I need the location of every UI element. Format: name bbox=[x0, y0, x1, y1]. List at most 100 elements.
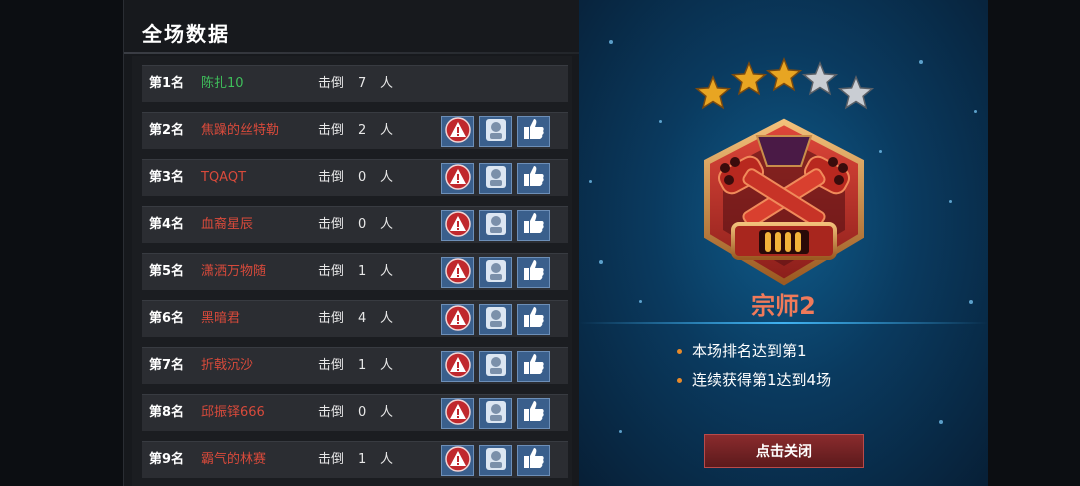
kill-unit: 人 bbox=[380, 358, 394, 373]
profile-icon bbox=[484, 164, 508, 190]
profile-button[interactable] bbox=[479, 445, 512, 476]
like-button[interactable] bbox=[517, 445, 550, 476]
background-strip bbox=[988, 0, 1080, 486]
profile-icon bbox=[484, 117, 508, 143]
kill-unit: 人 bbox=[380, 264, 394, 279]
kill-unit: 人 bbox=[380, 217, 394, 232]
kill-count: 1 bbox=[358, 264, 367, 279]
warning-icon bbox=[444, 258, 471, 284]
rank-label: 第3名 bbox=[149, 170, 185, 185]
sparkle-decoration bbox=[879, 150, 882, 153]
report-button[interactable] bbox=[441, 304, 474, 335]
thumbs-up-icon bbox=[522, 117, 546, 141]
panel-title: 全场数据 bbox=[142, 22, 230, 46]
kill-unit: 人 bbox=[380, 311, 394, 326]
profile-icon bbox=[484, 352, 508, 378]
kill-label: 击倒 bbox=[318, 170, 345, 185]
rank-label: 第1名 bbox=[149, 76, 185, 91]
profile-button[interactable] bbox=[479, 210, 512, 241]
achievement-text: 本场排名达到第1 bbox=[692, 342, 807, 360]
rank-row: 第3名 TQAQT 击倒 0 人 bbox=[142, 159, 568, 196]
star-empty-icon bbox=[801, 60, 839, 96]
thumbs-up-icon bbox=[522, 211, 546, 235]
kill-count: 4 bbox=[358, 311, 367, 326]
kill-label: 击倒 bbox=[318, 452, 345, 467]
sparkle-decoration bbox=[949, 200, 952, 203]
like-button[interactable] bbox=[517, 116, 550, 147]
bullet-icon bbox=[677, 349, 682, 354]
sparkle-decoration bbox=[939, 420, 943, 424]
like-button[interactable] bbox=[517, 210, 550, 241]
kill-count: 0 bbox=[358, 405, 367, 420]
star-filled-icon bbox=[765, 56, 803, 92]
rank-row: 第6名 黑暗君 击倒 4 人 bbox=[142, 300, 568, 337]
kill-label: 击倒 bbox=[318, 311, 345, 326]
like-button[interactable] bbox=[517, 257, 550, 288]
achievement-text: 连续获得第1达到4场 bbox=[692, 371, 832, 389]
kill-unit: 人 bbox=[380, 170, 394, 185]
star-empty-icon bbox=[837, 74, 875, 110]
report-button[interactable] bbox=[441, 398, 474, 429]
profile-button[interactable] bbox=[479, 163, 512, 194]
report-button[interactable] bbox=[441, 351, 474, 382]
rank-result-panel: 宗师2 本场排名达到第1 连续获得第1达到4场 点击关闭 bbox=[579, 0, 988, 486]
warning-icon bbox=[444, 399, 471, 425]
star-filled-icon bbox=[730, 60, 768, 96]
rank-title: 宗师2 bbox=[751, 292, 816, 320]
rank-row: 第4名 血裔星辰 击倒 0 人 bbox=[142, 206, 568, 243]
like-button[interactable] bbox=[517, 163, 550, 194]
player-name: 血裔星辰 bbox=[201, 217, 254, 232]
kill-count: 7 bbox=[358, 76, 367, 91]
rank-row: 第2名 焦躁的丝特勒 击倒 2 人 bbox=[142, 112, 568, 149]
profile-button[interactable] bbox=[479, 116, 512, 147]
warning-icon bbox=[444, 117, 471, 143]
sparkle-decoration bbox=[619, 430, 622, 433]
warning-icon bbox=[444, 352, 471, 378]
kill-label: 击倒 bbox=[318, 264, 345, 279]
profile-button[interactable] bbox=[479, 398, 512, 429]
warning-icon bbox=[444, 164, 471, 190]
report-button[interactable] bbox=[441, 445, 474, 476]
title-divider bbox=[124, 52, 580, 54]
kill-count: 0 bbox=[358, 170, 367, 185]
report-button[interactable] bbox=[441, 163, 474, 194]
kill-label: 击倒 bbox=[318, 358, 345, 373]
report-button[interactable] bbox=[441, 116, 474, 147]
rank-label: 第4名 bbox=[149, 217, 185, 232]
rank-row: 第9名 霸气的林赛 击倒 1 人 bbox=[142, 441, 568, 478]
profile-icon bbox=[484, 305, 508, 331]
profile-icon bbox=[484, 446, 508, 472]
thumbs-up-icon bbox=[522, 164, 546, 188]
profile-button[interactable] bbox=[479, 304, 512, 335]
like-button[interactable] bbox=[517, 304, 550, 335]
report-button[interactable] bbox=[441, 210, 474, 241]
rank-label: 第7名 bbox=[149, 358, 185, 373]
thumbs-up-icon bbox=[522, 399, 546, 423]
kill-unit: 人 bbox=[380, 123, 394, 138]
player-name: 邱振铎666 bbox=[201, 405, 265, 420]
player-name: 折戟沉沙 bbox=[201, 358, 254, 373]
like-button[interactable] bbox=[517, 351, 550, 382]
close-button[interactable]: 点击关闭 bbox=[704, 434, 864, 468]
rank-row: 第5名 潇洒万物随 击倒 1 人 bbox=[142, 253, 568, 290]
profile-button[interactable] bbox=[479, 351, 512, 382]
achievement-item: 本场排名达到第1 bbox=[677, 340, 807, 361]
kill-label: 击倒 bbox=[318, 76, 345, 91]
kill-label: 击倒 bbox=[318, 405, 345, 420]
profile-button[interactable] bbox=[479, 257, 512, 288]
sparkle-decoration bbox=[659, 120, 662, 123]
player-name: 黑暗君 bbox=[201, 311, 241, 326]
kill-count: 0 bbox=[358, 217, 367, 232]
ranking-list: 第1名 陈扎10 击倒 7 人第2名 焦躁的丝特勒 击倒 2 人第3名 TQAQT 击倒 0 人第4名血… bbox=[132, 56, 572, 486]
like-button[interactable] bbox=[517, 398, 550, 429]
player-name: 霸气的林赛 bbox=[201, 452, 267, 467]
rank-label: 第9名 bbox=[149, 452, 185, 467]
report-button[interactable] bbox=[441, 257, 474, 288]
warning-icon bbox=[444, 446, 471, 472]
kill-unit: 人 bbox=[380, 76, 394, 91]
star-filled-icon bbox=[694, 74, 732, 110]
scoreboard-panel: 全场数据 第1名 陈扎10 击倒 7 人第2名 焦躁的丝特勒 击倒 2 人第3名 TQAQT 击倒 0… bbox=[123, 0, 581, 486]
kill-unit: 人 bbox=[380, 405, 394, 420]
rank-label: 第8名 bbox=[149, 405, 185, 420]
rank-row: 第8名 邱振铎666 击倒 0 人 bbox=[142, 394, 568, 431]
